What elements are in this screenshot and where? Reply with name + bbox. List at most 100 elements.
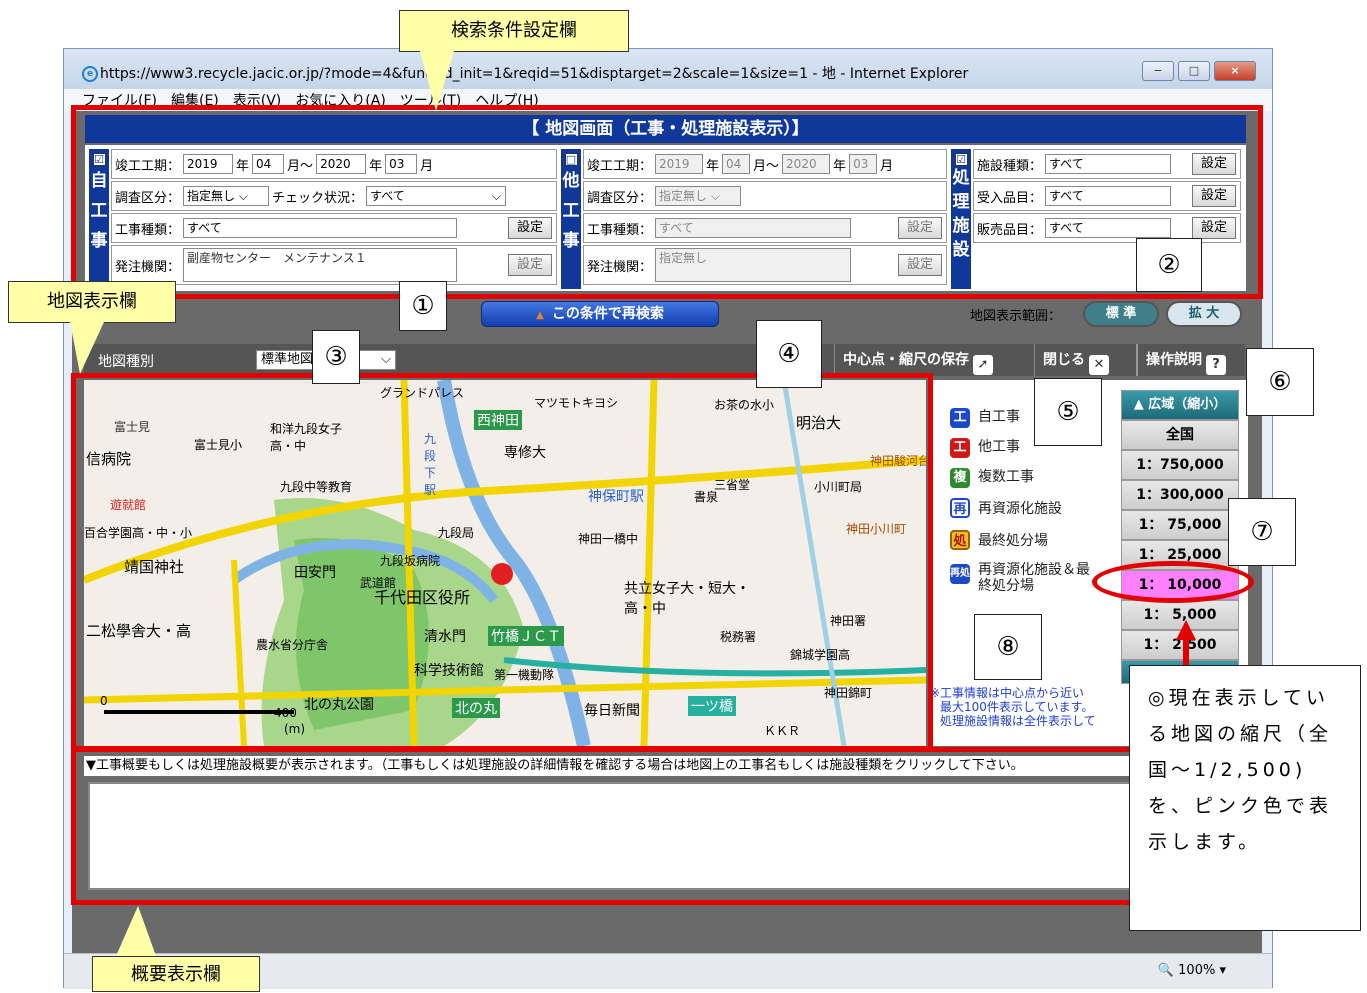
self-survey-select[interactable]: 指定無し ⌵ [183, 186, 270, 206]
other-order-row: 発注機関： 指定無し 設定 [583, 245, 947, 285]
menu-favorites[interactable]: お気に入り(A) [295, 90, 386, 110]
facility-kind-input[interactable]: すべて [1045, 154, 1172, 174]
map-range-expand-button[interactable]: 拡 大 [1166, 301, 1242, 327]
other-to-month[interactable]: 03 [849, 154, 878, 174]
other-period-row: 竣工工期： 2019 年 04 月～ 2020 年 03 月 [583, 149, 947, 179]
outline-callout: 概要表示欄 [92, 956, 260, 992]
disposal-site-icon: 処 [950, 530, 970, 550]
map-toolbar: 地図種別 標準地図 ⌵ 中心点・縮尺の保存 ➚ 閉じる ✕ 操作説明? [84, 344, 1245, 376]
other-type-input[interactable]: すべて [655, 218, 852, 238]
search-callout-pointer [420, 51, 454, 111]
map-label: 九段坂病院 [380, 554, 441, 568]
other-survey-row: 調査区分： 指定無し ⌵ [583, 181, 947, 211]
map-label: マツモトキヨシ [534, 396, 619, 410]
self-from-year[interactable]: 2019 [183, 154, 234, 174]
close-map-button[interactable]: 閉じる ✕ [1034, 344, 1117, 376]
map-scale-bar [104, 710, 294, 714]
self-type-set-button[interactable]: 設定 [507, 217, 552, 239]
map-label: 小川町局 [814, 480, 863, 494]
zoom-wide-button[interactable]: ▲ 広域（縮小） [1121, 390, 1239, 420]
map-label: 千代田区役所 [374, 588, 471, 607]
other-type-row: 工事種類： すべて 設定 [583, 213, 947, 243]
tilde: ～ [300, 158, 314, 174]
map-label: 三省堂 [714, 478, 751, 492]
other-from-year[interactable]: 2019 [655, 154, 704, 174]
map-range-standard-button[interactable]: 標 準 [1083, 301, 1159, 327]
map-label: 和洋九段女子高・中 [270, 422, 343, 453]
map-canvas[interactable] [84, 380, 926, 746]
map-view[interactable]: 富士見 信病院 富士見小 和洋九段女子高・中 専修大 九段中等教育 西神田 九段… [84, 380, 926, 746]
legend-recycle: 再再資源化施設 [950, 498, 1062, 518]
map-label: 清水門 [424, 629, 466, 645]
outline-textbox[interactable] [88, 782, 1240, 890]
other-from-month[interactable]: 04 [722, 154, 751, 174]
map-label: お茶の水小 [714, 398, 775, 412]
marker-2: ② [1136, 238, 1202, 292]
other-order-set-button[interactable]: 設定 [897, 254, 942, 276]
map-label: 九段下駅 [424, 432, 437, 497]
self-to-year[interactable]: 2020 [316, 154, 367, 174]
marker-7: ⑦ [1228, 498, 1296, 566]
map-label: 田安門 [294, 565, 336, 581]
map-label: 税務署 [720, 630, 757, 644]
facility-accept-input[interactable]: すべて [1045, 186, 1172, 206]
map-label: 農水省分庁舎 [256, 638, 329, 652]
close-window-button[interactable]: × [1214, 61, 1256, 81]
map-label: 百合学園高・中・小 [84, 526, 193, 540]
outline-callout-pointer [116, 906, 156, 956]
other-survey-select[interactable]: 指定無し ⌵ [655, 186, 742, 206]
zoom-level[interactable]: 🔍 100% ▾ [1158, 963, 1226, 978]
self-from-month[interactable]: 04 [252, 154, 285, 174]
facility-sale-set-button[interactable]: 設定 [1191, 217, 1236, 239]
map-label: 科学技術館 [414, 663, 484, 679]
page-title: 【 地図画面（工事・処理施設表示）】 [85, 115, 1246, 143]
self-order-input[interactable]: 副産物センター メンテナンス１ [183, 248, 458, 282]
pink-arrow-head [1176, 620, 1196, 640]
facility-sale-input[interactable]: すべて [1045, 218, 1172, 238]
facility-checkbox[interactable]: ☑ [954, 153, 968, 166]
scale-option[interactable]: 1： 75,000 [1121, 510, 1239, 540]
marker-3: ③ [312, 330, 360, 384]
other-work-checkbox[interactable]: □ [564, 153, 578, 166]
research-button[interactable]: ▲ この条件で再検索 [481, 301, 719, 327]
maximize-button[interactable]: □ [1178, 61, 1210, 81]
self-check-select[interactable]: すべて ⌵ [366, 186, 507, 206]
map-label: 富士見小 [194, 438, 243, 452]
sale-label: 販売品目： [977, 222, 1043, 238]
self-type-input[interactable]: すべて [183, 218, 458, 238]
facility-kind-set-button[interactable]: 設定 [1191, 153, 1236, 175]
self-work-checkbox[interactable]: ☑ [92, 153, 106, 166]
marker-5: ⑤ [1034, 378, 1102, 446]
type-label: 工事種類： [115, 222, 181, 238]
menu-view[interactable]: 表示(V) [233, 90, 282, 110]
kind-label: 施設種類： [977, 158, 1043, 174]
search-callout: 検索条件設定欄 [399, 10, 629, 52]
menu-file[interactable]: ファイル(F) [82, 90, 157, 110]
help-button[interactable]: 操作説明? [1136, 344, 1234, 376]
self-order-set-button[interactable]: 設定 [507, 254, 552, 276]
other-to-year[interactable]: 2020 [782, 154, 831, 174]
self-to-month[interactable]: 03 [385, 154, 418, 174]
map-label: 九段局 [438, 526, 475, 540]
map-label: グランドパレス [380, 386, 465, 400]
map-label: 共立女子大・短大・高・中 [624, 581, 750, 617]
marker-8: ⑧ [974, 614, 1042, 680]
menu-help[interactable]: ヘルプ(H) [475, 90, 538, 110]
month-unit: 月 [287, 158, 301, 174]
facility-accept-set-button[interactable]: 設定 [1191, 185, 1236, 207]
self-work-label: ☑ 自工事 [89, 149, 109, 289]
scale-option[interactable]: 全国 [1121, 420, 1239, 450]
pink-arrow-icon [1183, 636, 1189, 668]
facility-label: ☑ 処理施設 [951, 149, 971, 289]
minimize-button[interactable]: − [1142, 61, 1174, 81]
menu-edit[interactable]: 編集(E) [171, 90, 219, 110]
scale-option[interactable]: 1：300,000 [1121, 480, 1239, 510]
outline-caption: ▼工事概要もしくは処理施設概要が表示されます。（工事もしくは処理施設の詳細情報を… [84, 756, 1245, 776]
save-center-button[interactable]: 中心点・縮尺の保存 ➚ [834, 344, 1001, 376]
map-label: 神田署 [830, 614, 867, 628]
other-order-input[interactable]: 指定無し [655, 248, 852, 282]
map-label: 明治大 [796, 414, 842, 432]
map-label: 竹橋ＪＣＴ [488, 626, 564, 646]
scale-option[interactable]: 1：750,000 [1121, 450, 1239, 480]
other-type-set-button[interactable]: 設定 [897, 217, 942, 239]
